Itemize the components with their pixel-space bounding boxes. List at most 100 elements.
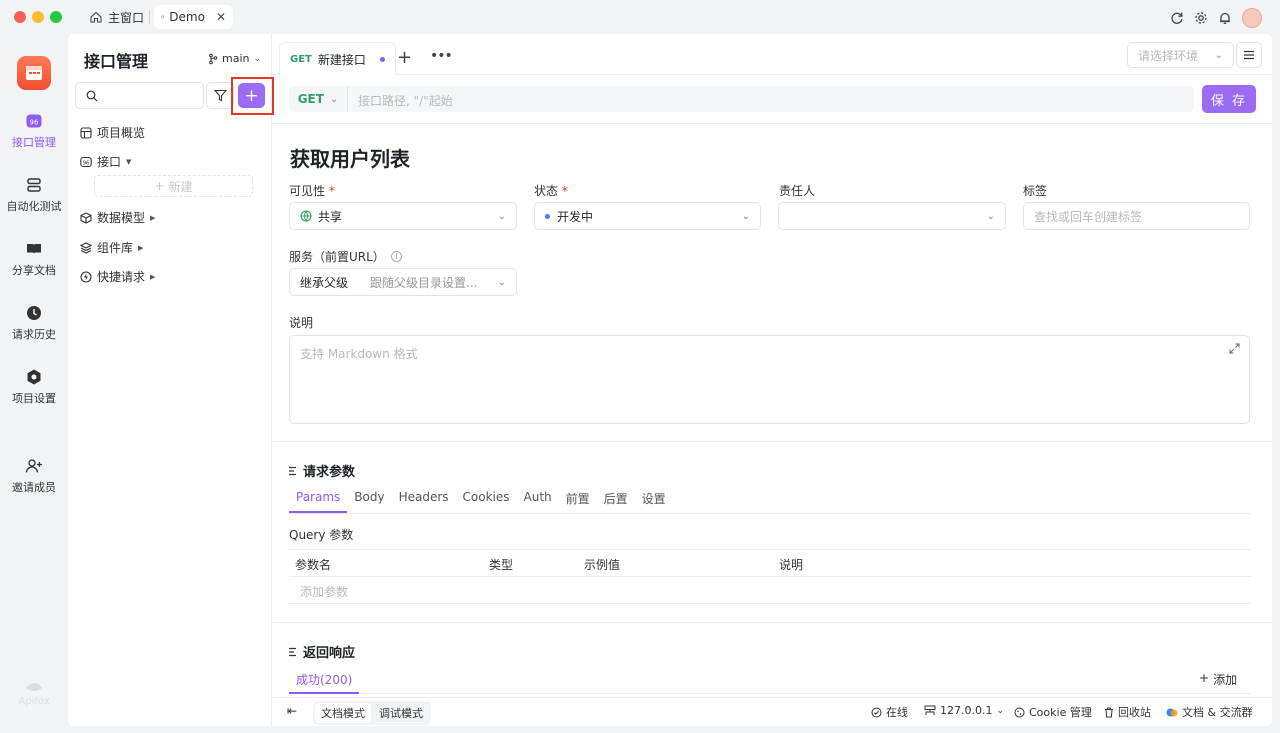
tab-post[interactable]: 后置 [597, 486, 635, 513]
status-value: 开发中 [557, 209, 594, 224]
unsaved-dot-icon [379, 56, 385, 62]
tree-search-input[interactable] [75, 82, 204, 109]
status-label: 状态 * [534, 182, 568, 199]
service-select[interactable]: 继承父级 跟随父级目录设置... ⌄ [289, 268, 517, 296]
layers-icon [80, 241, 92, 254]
tab-headers[interactable]: Headers [392, 486, 456, 513]
branch-selector[interactable]: main ⌄ [208, 52, 261, 65]
refresh-icon[interactable] [1170, 11, 1184, 25]
nav-invite-members[interactable]: 邀请成员 [0, 457, 68, 495]
tab-success-200[interactable]: 成功(200) [289, 667, 360, 694]
calendar-icon [26, 66, 42, 80]
page-title[interactable]: 获取用户列表 [290, 143, 410, 172]
link-icon [161, 15, 165, 19]
avatar[interactable] [1242, 8, 1262, 28]
nav-automation-test[interactable]: 自动化测试 [0, 176, 68, 214]
expand-icon[interactable] [1229, 343, 1240, 354]
user-plus-icon [25, 459, 42, 473]
tree-item-components[interactable]: 组件库 ▶ [80, 239, 143, 256]
caret-right-icon: ▶ [150, 272, 156, 281]
online-status[interactable]: 在线 [871, 704, 908, 720]
method-label: GET [297, 92, 324, 106]
select-value-wrap: 继承父级 跟随父级目录设置... [300, 274, 477, 291]
select-value-wrap: 共享 [300, 208, 342, 225]
tab-params[interactable]: Params [289, 486, 348, 513]
add-button[interactable]: + [238, 83, 265, 108]
method-select[interactable]: GET ⌄ [289, 86, 348, 112]
editor-tab-bar [273, 34, 1272, 75]
gear-icon[interactable] [1194, 11, 1208, 25]
tab-main-window[interactable]: 主窗口 [82, 6, 152, 28]
tab-divider [149, 10, 150, 24]
docs-community[interactable]: 文档 & 交流群 [1166, 704, 1253, 720]
tree-item-quick-requests[interactable]: 快捷请求 ▶ [80, 268, 155, 285]
tab-settings[interactable]: 设置 [635, 486, 673, 513]
docs-label: 文档 & 交流群 [1182, 706, 1253, 719]
tree-item-label: 快捷请求 [97, 270, 146, 284]
description-textarea[interactable]: 支持 Markdown 格式 [289, 335, 1250, 424]
table-row[interactable]: 添加参数 [289, 577, 1251, 604]
save-button[interactable]: 保 存 [1202, 85, 1256, 113]
bell-icon[interactable] [1218, 11, 1232, 25]
nav-share-docs[interactable]: 分享文档 [0, 240, 68, 278]
section-lines-icon [289, 647, 296, 656]
debug-mode-button[interactable]: 调试模式 [373, 703, 429, 723]
new-api-button[interactable]: + 新建 [94, 175, 253, 197]
network-icon [924, 705, 936, 715]
nav-request-history[interactable]: 请求历史 [0, 304, 68, 342]
owner-select[interactable]: ⌄ [778, 202, 1006, 230]
overview-icon [80, 126, 92, 139]
environment-select[interactable]: 请选择环境 ⌄ [1127, 42, 1234, 68]
hexagon-icon [27, 369, 41, 385]
tree-item-api[interactable]: 96 接口 ▼ [80, 153, 131, 170]
search-icon [86, 90, 98, 102]
minimize-window-button[interactable] [32, 11, 44, 23]
visibility-select[interactable]: 共享 ⌄ [289, 202, 517, 230]
more-icon[interactable]: ••• [430, 48, 453, 64]
cookie-label: Cookie 管理 [1029, 706, 1092, 719]
url-input[interactable]: 接口路径, "/"起始 [358, 92, 453, 109]
nav-project-settings[interactable]: 项目设置 [0, 368, 68, 406]
recycle-bin[interactable]: 回收站 [1104, 704, 1151, 720]
tree-item-data-models[interactable]: 数据模型 ▶ [80, 209, 155, 226]
tab-label: 主窗口 [108, 10, 145, 25]
tab-cookies[interactable]: Cookies [456, 486, 517, 513]
status-select[interactable]: 开发中 ⌄ [534, 202, 761, 230]
trash-icon [1105, 707, 1113, 717]
required-marker: * [561, 184, 568, 198]
tab-auth[interactable]: Auth [517, 486, 559, 513]
response-tabs: 成功(200) [289, 667, 1251, 694]
tab-demo[interactable]: Demo ✕ [154, 5, 233, 29]
close-window-button[interactable] [14, 11, 26, 23]
description-placeholder: 支持 Markdown 格式 [300, 347, 418, 361]
tree-item-label: 项目概览 [97, 126, 146, 140]
book-icon [27, 244, 41, 254]
column-header: 参数名 [295, 558, 332, 572]
close-tab-icon[interactable]: ✕ [216, 10, 226, 24]
env-menu-button[interactable] [1236, 42, 1262, 68]
stack-icon [27, 178, 41, 192]
add-tab-icon[interactable]: + [397, 47, 412, 68]
editor-tab-new-api[interactable]: GET 新建接口 [279, 42, 396, 75]
add-response-button[interactable]: + 添加 [1199, 671, 1237, 688]
mode-switch: 文档模式 调试模式 [313, 701, 431, 725]
tags-input[interactable]: 查找或回车创建标签 [1023, 202, 1250, 230]
filter-button[interactable] [206, 82, 234, 109]
nav-label: 自动化测试 [6, 200, 62, 213]
tab-title: 新建接口 [317, 52, 366, 67]
doc-mode-button[interactable]: 文档模式 [315, 703, 371, 723]
nav-label: 请求历史 [12, 328, 56, 341]
collapse-sidebar-icon[interactable]: ⇤ [287, 704, 297, 718]
tab-body[interactable]: Body [347, 486, 391, 513]
add-param-input[interactable]: 添加参数 [300, 583, 348, 600]
tab-pre[interactable]: 前置 [559, 486, 597, 513]
maximize-window-button[interactable] [50, 11, 62, 23]
cookie-manager[interactable]: Cookie 管理 [1014, 704, 1092, 720]
column-header: 说明 [779, 558, 804, 572]
tree-item-overview[interactable]: 项目概览 [80, 124, 145, 141]
nav-api-management[interactable]: 96 接口管理 [0, 112, 68, 150]
ip-selector[interactable]: 127.0.0.1 ⌄ [924, 704, 1004, 717]
required-marker: * [328, 184, 335, 198]
section-divider [273, 441, 1272, 442]
info-icon[interactable]: i [390, 251, 402, 262]
